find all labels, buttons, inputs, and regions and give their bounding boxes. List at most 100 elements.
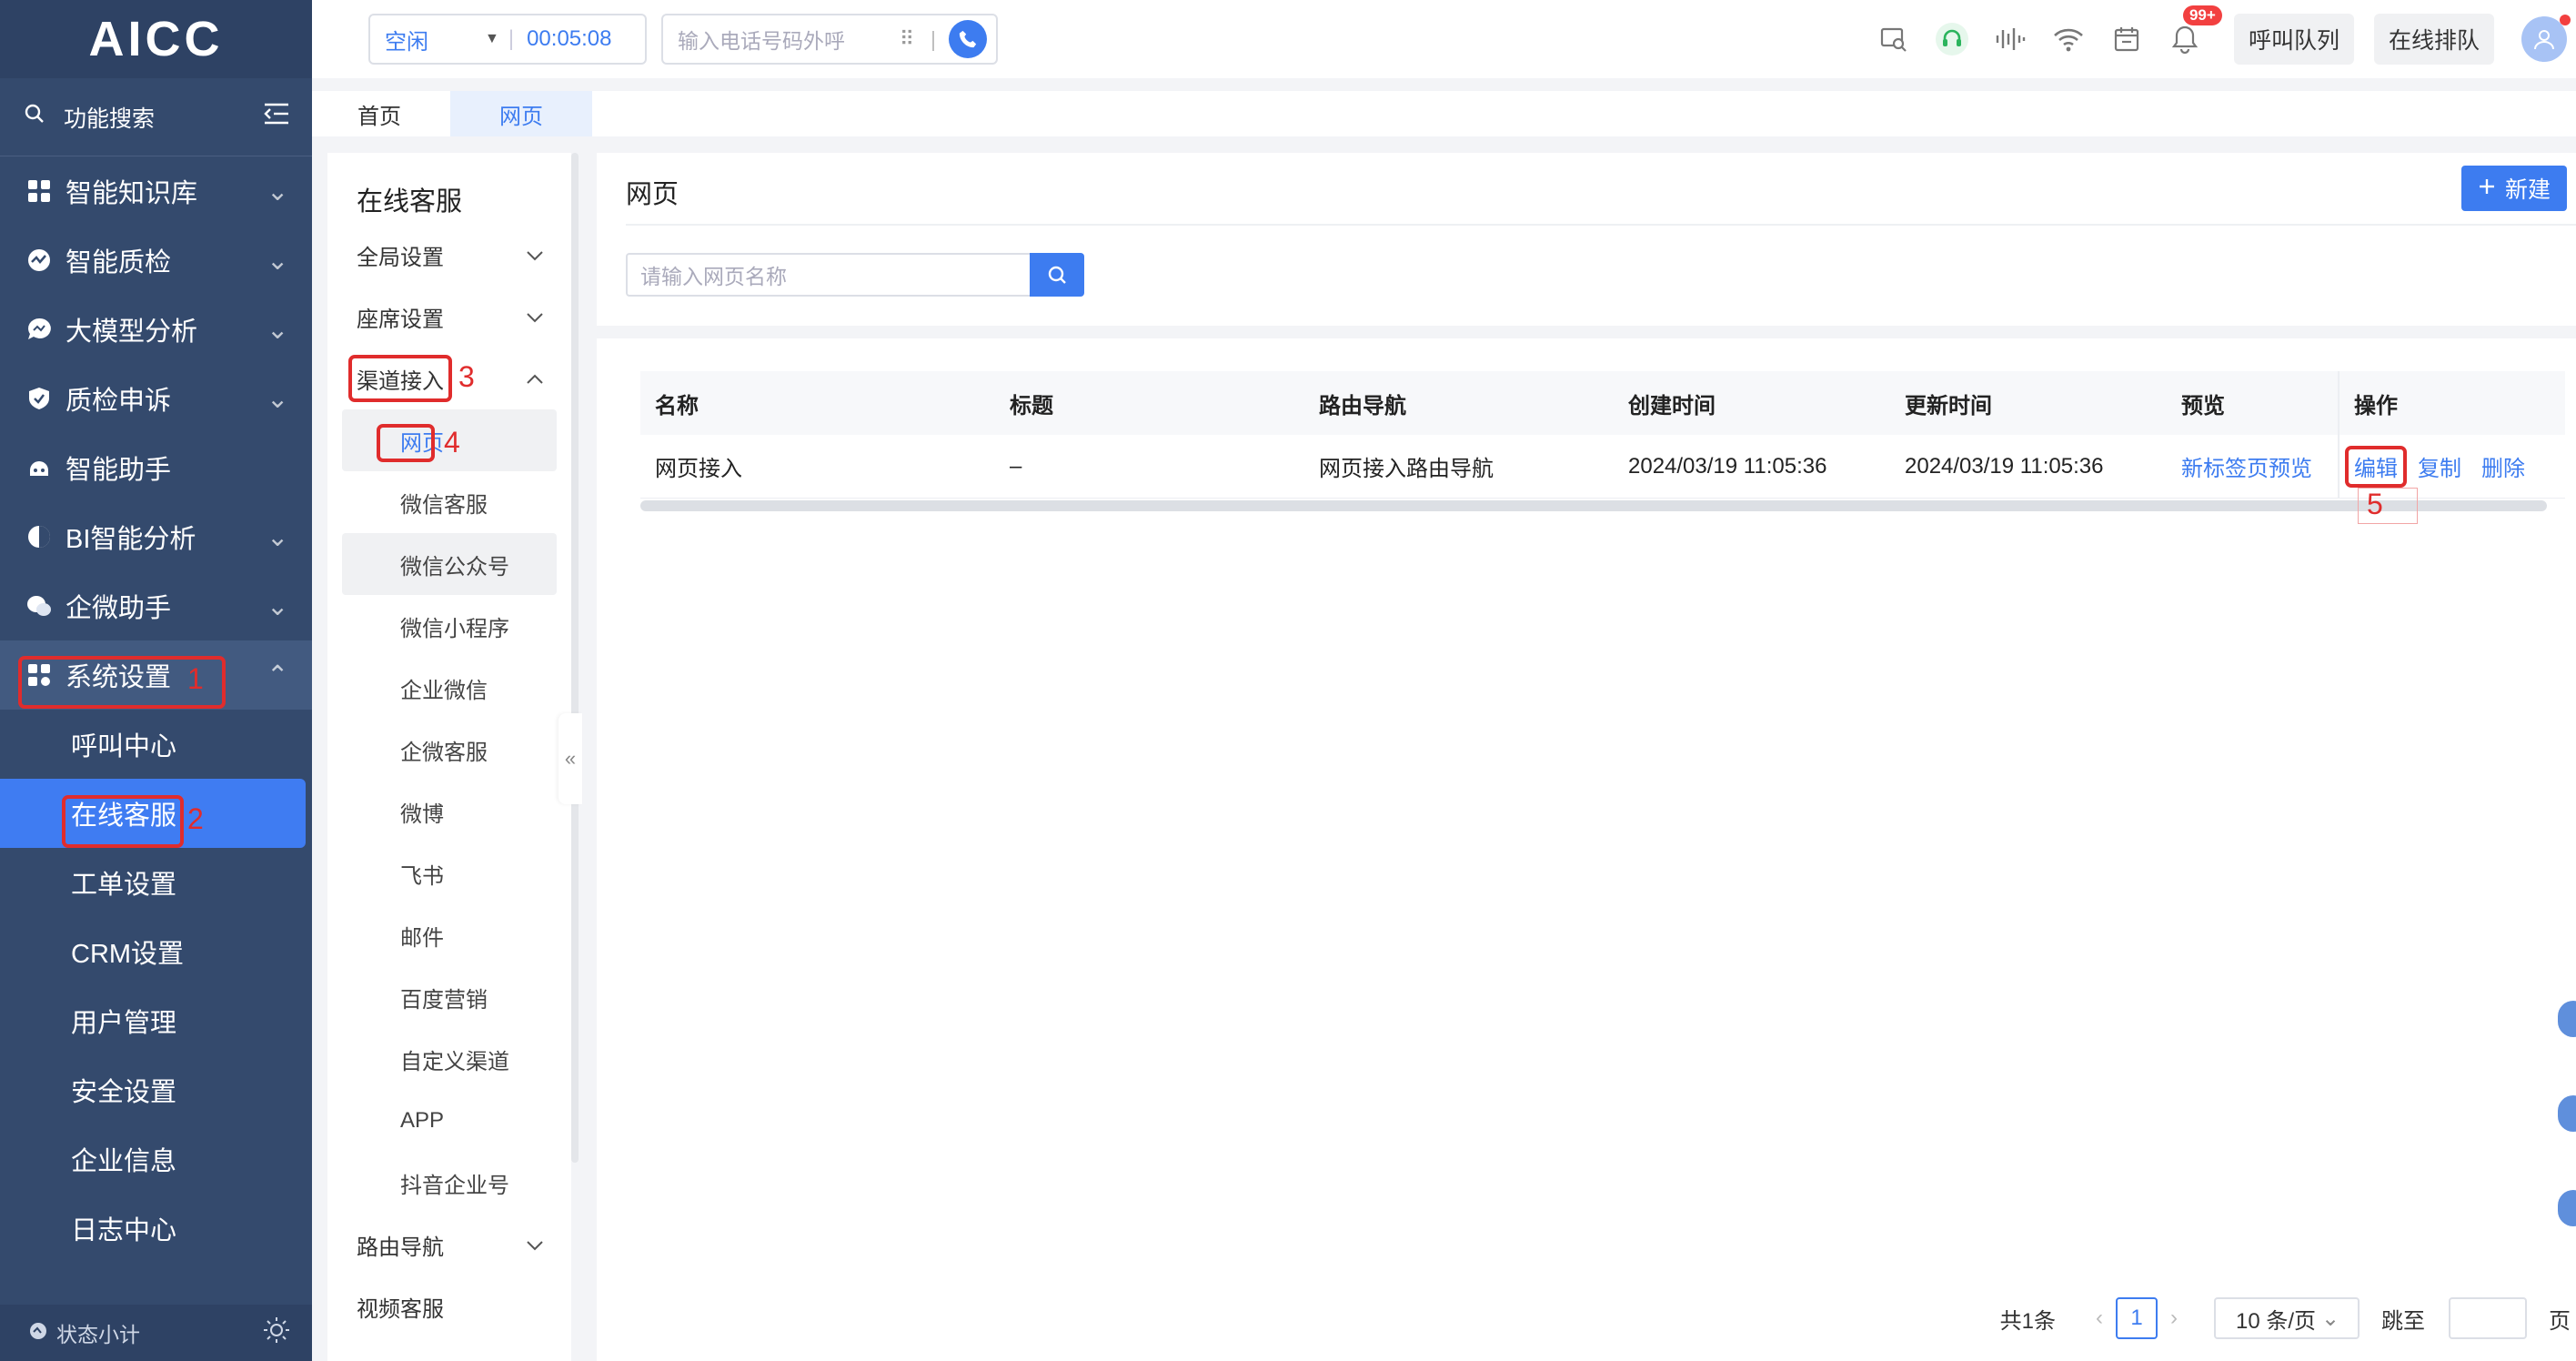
phone-call-button[interactable]: [949, 20, 987, 58]
chevron-down-icon: ⌄: [267, 315, 289, 345]
submenu-channel-access[interactable]: 渠道接入: [327, 348, 571, 409]
sub-log-center[interactable]: 日志中心: [0, 1194, 312, 1263]
sub-crm-settings[interactable]: CRM设置: [0, 917, 312, 986]
channel-feishu[interactable]: 飞书: [342, 842, 557, 904]
dial-placeholder: 输入电话号码外呼: [678, 29, 845, 53]
chat-icon: [25, 316, 53, 343]
channel-custom[interactable]: 自定义渠道: [342, 1028, 557, 1090]
submenu-agent-settings[interactable]: 座席设置: [327, 286, 571, 348]
chevron-down-icon: [526, 242, 544, 267]
system-submenu: 呼叫中心 在线客服 工单设置 CRM设置 用户管理 安全设置 企业信息 日志中心: [0, 710, 312, 1263]
delete-link[interactable]: 删除: [2481, 450, 2525, 482]
menu-llm-analysis[interactable]: 大模型分析 ⌄: [0, 295, 312, 364]
settings-grid-icon: [25, 661, 53, 689]
submenu-route-nav[interactable]: 路由导航: [327, 1214, 571, 1275]
function-search[interactable]: 功能搜索: [0, 78, 312, 156]
avatar-status-dot: [2560, 15, 2571, 25]
search-button[interactable]: [1030, 253, 1084, 297]
next-page-icon[interactable]: ›: [2170, 1306, 2178, 1331]
cell-created: 2024/03/19 11:05:36: [1628, 453, 1827, 479]
floating-tool-button[interactable]: [2558, 1001, 2576, 1037]
cell-route: 网页接入路由导航: [1319, 457, 1494, 481]
audio-wave-icon[interactable]: [1981, 0, 2039, 78]
online-queue-button[interactable]: 在线排队: [2373, 14, 2494, 65]
new-button-label: 新建: [2504, 177, 2551, 203]
submenu-label: 座席设置: [357, 307, 444, 332]
column-header-preview: 预览: [2181, 393, 2225, 418]
menu-system-settings[interactable]: 系统设置 ⌃: [0, 640, 312, 710]
avatar[interactable]: [2521, 15, 2571, 62]
collapse-menu-icon[interactable]: [263, 102, 290, 132]
channel-wecom[interactable]: 企业微信: [342, 657, 557, 719]
sidebar-menu: 智能知识库 ⌄ 智能质检 ⌄ 大模型分析 ⌄ 质检申诉 ⌄ 智能助手 BI智能分…: [0, 156, 312, 1263]
jump-label: 跳至: [2381, 1308, 2425, 1334]
sub-company-info[interactable]: 企业信息: [0, 1124, 312, 1194]
floating-tool-button[interactable]: [2558, 1095, 2576, 1132]
tab-home[interactable]: 首页: [334, 91, 425, 136]
menu-label: 大模型分析: [65, 318, 198, 347]
web-name-search-input[interactable]: 请输入网页名称: [626, 253, 1030, 297]
headset-icon[interactable]: [1923, 0, 1981, 78]
annotation-number-5: 5: [2367, 488, 2383, 520]
channel-douyin[interactable]: 抖音企业号: [342, 1152, 557, 1214]
app-logo: AICC: [0, 0, 312, 78]
channel-weibo[interactable]: 微博: [342, 781, 557, 842]
main-header-panel: 网页 新建 请输入网页名称: [597, 153, 2576, 326]
call-queue-button[interactable]: 呼叫队列: [2233, 14, 2354, 65]
copy-link[interactable]: 复制: [2418, 450, 2461, 482]
shield-icon: [25, 385, 53, 412]
sub-user-management[interactable]: 用户管理: [0, 986, 312, 1055]
menu-knowledge-base[interactable]: 智能知识库 ⌄: [0, 156, 312, 226]
prev-page-icon[interactable]: ‹: [2096, 1306, 2103, 1331]
table-horizontal-scrollbar[interactable]: [640, 500, 2547, 511]
jump-page-input[interactable]: [2449, 1297, 2527, 1339]
bell-icon[interactable]: 99+: [2156, 0, 2222, 78]
menu-bi-analysis[interactable]: BI智能分析 ⌄: [0, 502, 312, 571]
page-size-select[interactable]: 10 条/页 ⌄: [2214, 1297, 2360, 1339]
pie-icon: [25, 523, 53, 550]
page-size-value: 10 条/页: [2236, 1308, 2317, 1334]
channel-wechat-miniprogram[interactable]: 微信小程序: [342, 595, 557, 657]
function-search-label: 功能搜索: [64, 106, 156, 132]
bot-icon: [25, 454, 53, 481]
caret-down-icon: ▼: [485, 31, 499, 46]
grid-icon: [25, 177, 53, 205]
new-button[interactable]: 新建: [2461, 166, 2567, 211]
keypad-icon[interactable]: ⠿: [900, 27, 914, 51]
theme-sun-icon[interactable]: [263, 1316, 290, 1349]
submenu-global-settings[interactable]: 全局设置: [327, 224, 571, 286]
channel-email[interactable]: 邮件: [342, 904, 557, 966]
page-number-current[interactable]: 1: [2116, 1297, 2158, 1339]
dial-input[interactable]: 输入电话号码外呼 ⠿ |: [661, 14, 998, 65]
sub-ticket-settings[interactable]: 工单设置: [0, 848, 312, 917]
menu-assistant[interactable]: 智能助手: [0, 433, 312, 502]
sub-call-center[interactable]: 呼叫中心: [0, 710, 312, 779]
calendar-icon[interactable]: [2098, 0, 2156, 78]
divider: [626, 224, 2576, 226]
preview-new-tab-link[interactable]: 新标签页预览: [2181, 457, 2312, 481]
wifi-icon[interactable]: [2039, 0, 2098, 78]
channel-wechat-official[interactable]: 微信公众号: [342, 533, 557, 595]
monitor-search-icon[interactable]: [1865, 0, 1923, 78]
channel-app[interactable]: APP: [342, 1090, 557, 1152]
main-content-panel: 名称 标题 路由导航 创建时间 更新时间 预览 操作 网页接入 – 网页接入路由…: [597, 338, 2576, 1361]
floating-tool-button[interactable]: [2558, 1190, 2576, 1226]
status-timer: 00:05:08: [527, 26, 612, 51]
collapse-submenu-button[interactable]: «: [558, 713, 582, 804]
menu-quality-check[interactable]: 智能质检 ⌄: [0, 226, 312, 295]
channel-baidu[interactable]: 百度营销: [342, 966, 557, 1028]
agent-status-select[interactable]: 空闲 ▼ | 00:05:08: [368, 14, 647, 65]
channel-wecom-service[interactable]: 企微客服: [342, 719, 557, 781]
status-summary-label[interactable]: 状态小计: [56, 1317, 263, 1348]
sub-online-service[interactable]: 在线客服: [0, 779, 306, 848]
menu-wecom-assistant[interactable]: 企微助手 ⌄: [0, 571, 312, 640]
submenu-video-service[interactable]: 视频客服: [327, 1275, 571, 1337]
chevron-down-icon: [526, 304, 544, 329]
submenu-scrollbar[interactable]: [571, 153, 579, 1163]
sub-security-settings[interactable]: 安全设置: [0, 1055, 312, 1124]
edit-link[interactable]: 编辑: [2354, 450, 2398, 482]
channel-wechat-service[interactable]: 微信客服: [342, 471, 557, 533]
menu-appeal[interactable]: 质检申诉 ⌄: [0, 364, 312, 433]
tab-web[interactable]: 网页: [450, 91, 592, 136]
sidebar-footer: 状态小计: [0, 1305, 312, 1361]
